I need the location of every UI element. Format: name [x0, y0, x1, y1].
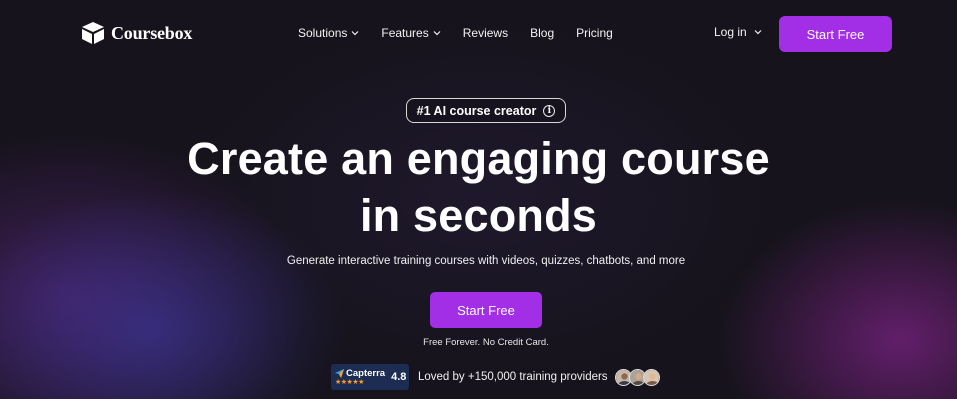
capterra-score: 4.8 — [391, 371, 407, 383]
nav-item-reviews[interactable]: Reviews — [463, 25, 508, 41]
nav-item-solutions[interactable]: Solutions — [298, 25, 359, 41]
social-proof: Capterra ★★★★★ 4.8 Loved by +150,000 tra… — [331, 364, 660, 390]
nav-start-free-button[interactable]: Start Free — [779, 16, 892, 52]
avatar — [642, 368, 660, 386]
box-icon — [82, 22, 104, 44]
top-navigation: Coursebox Solutions Features Reviews Blo… — [0, 0, 957, 66]
login-label: Log in — [714, 25, 747, 39]
avatar-group — [614, 368, 660, 386]
nav-item-blog[interactable]: Blog — [530, 25, 554, 41]
chevron-down-icon — [351, 31, 359, 36]
nav-item-label: Blog — [530, 26, 555, 40]
hero-headline: Create an engaging course in seconds — [0, 130, 957, 244]
capterra-badge[interactable]: Capterra ★★★★★ 4.8 — [331, 364, 409, 390]
chevron-down-icon — [754, 30, 762, 35]
ai-badge: #1 AI course creator i — [406, 98, 566, 123]
nav-item-label: Pricing — [576, 26, 613, 40]
nav-item-features[interactable]: Features — [381, 25, 441, 41]
info-icon[interactable]: i — [543, 104, 556, 117]
hero-start-free-button[interactable]: Start Free — [430, 292, 542, 328]
brand-logo[interactable]: Coursebox — [80, 20, 192, 46]
capterra-name: Capterra — [335, 368, 385, 379]
loved-by-text: Loved by +150,000 training providers — [418, 371, 608, 383]
hero-subheadline: Generate interactive training courses wi… — [286, 255, 686, 267]
main-menu: Solutions Features Reviews Blog Pricing — [298, 25, 613, 41]
nav-item-label: Reviews — [462, 26, 509, 40]
nav-item-label: Features — [381, 26, 429, 40]
login-menu[interactable]: Log in — [714, 25, 762, 39]
headline-line-1: Create an engaging course — [187, 133, 770, 184]
nav-item-label: Solutions — [298, 26, 348, 40]
free-forever-note: Free Forever. No Credit Card. — [423, 337, 549, 348]
capterra-label: Capterra — [346, 367, 386, 379]
badge-label: #1 AI course creator — [416, 103, 537, 118]
nav-item-pricing[interactable]: Pricing — [576, 25, 613, 41]
capterra-arrow-icon — [335, 368, 344, 378]
brand-name: Coursebox — [111, 22, 193, 43]
capterra-brand: Capterra ★★★★★ — [335, 368, 385, 387]
headline-line-2: in seconds — [359, 190, 598, 241]
star-rating-icon: ★★★★★ — [335, 378, 364, 386]
chevron-down-icon — [433, 31, 441, 36]
